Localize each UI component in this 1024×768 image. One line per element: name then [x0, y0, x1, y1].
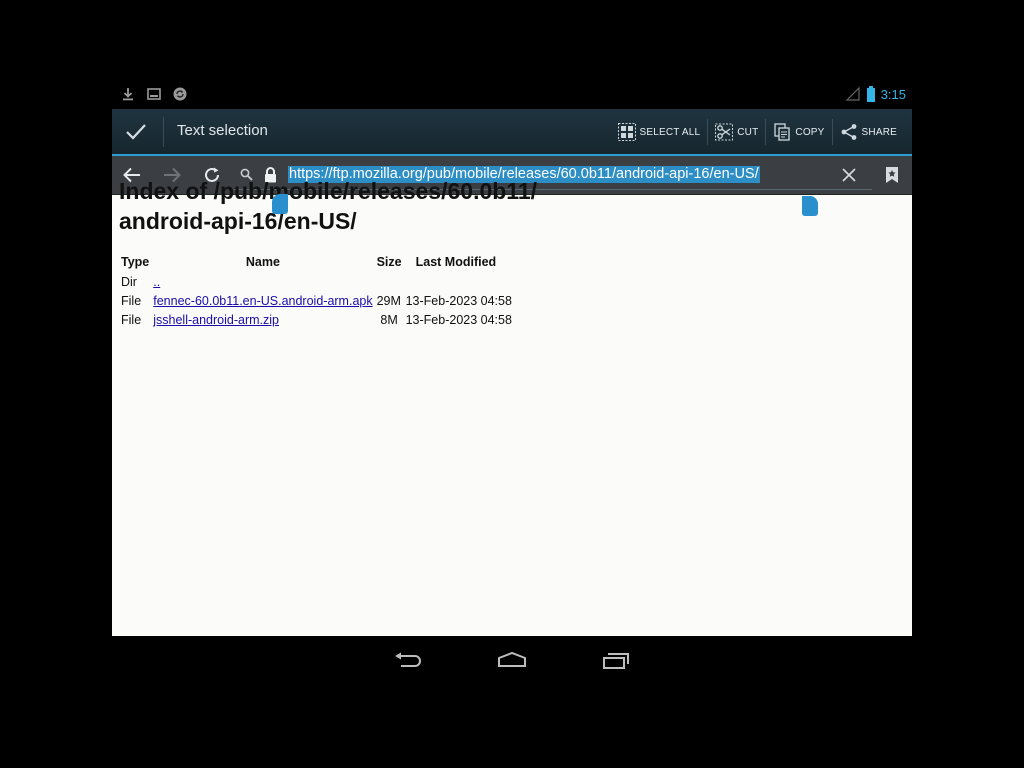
- row-type: Dir: [121, 274, 137, 289]
- text-selection-action-bar: Text selection SELECT ALL CUT COPY SHARE: [112, 109, 912, 156]
- copy-icon: [774, 123, 791, 141]
- cut-label: CUT: [737, 126, 759, 138]
- home-icon[interactable]: [497, 651, 527, 671]
- column-header-name: Name: [245, 255, 280, 269]
- row-type: File: [121, 293, 142, 308]
- scissors-icon: [715, 123, 734, 141]
- selection-end-handle[interactable]: [802, 196, 818, 216]
- page-heading-line2: android-api-16/en-US/: [119, 208, 357, 234]
- column-header-size: Size: [376, 255, 402, 269]
- recent-apps-icon[interactable]: [601, 651, 631, 671]
- row-type: File: [121, 312, 142, 327]
- screenshot-icon: [147, 88, 161, 100]
- column-header-modified: Last Modified: [415, 255, 497, 269]
- table-row: File fennec-60.0b11.en-US.android-arm.ap…: [119, 291, 514, 310]
- action-bar-title: Text selection: [177, 122, 268, 139]
- battery-icon: [866, 86, 875, 102]
- row-size: 29M: [376, 293, 401, 308]
- share-button[interactable]: SHARE: [833, 117, 904, 147]
- cut-button[interactable]: CUT: [708, 117, 765, 147]
- directory-listing-table: Type Name Size Last Modified Dir .. File…: [119, 254, 514, 329]
- bookmark-icon[interactable]: [882, 165, 902, 185]
- device-screen: 3:15 Text selection SELECT ALL CUT COPY …: [112, 80, 912, 636]
- done-check-icon[interactable]: [124, 121, 148, 143]
- row-modified: 13-Feb-2023 04:58: [405, 293, 512, 308]
- row-modified: 13-Feb-2023 04:58: [405, 312, 512, 327]
- download-icon: [123, 88, 133, 101]
- copy-label: COPY: [795, 126, 825, 138]
- selection-start-handle[interactable]: [272, 194, 288, 214]
- back-icon[interactable]: [393, 651, 423, 671]
- sync-icon: [173, 87, 187, 101]
- done-divider: [163, 117, 164, 147]
- row-modified: [404, 272, 514, 291]
- select-all-label: SELECT ALL: [639, 126, 701, 138]
- action-bar-actions: SELECT ALL CUT COPY SHARE: [611, 117, 905, 147]
- page-heading: Index of /pub/mobile/releases/60.0b11/ a…: [119, 176, 537, 236]
- parent-dir-link[interactable]: ..: [153, 275, 160, 289]
- share-label: SHARE: [861, 126, 897, 138]
- page-heading-line1: Index of /pub/mobile/releases/60.0b11/: [119, 178, 537, 204]
- select-all-icon: [617, 123, 636, 141]
- status-bar: 3:15: [112, 80, 912, 109]
- table-row: Dir ..: [119, 272, 514, 291]
- copy-button[interactable]: COPY: [766, 117, 831, 147]
- navigation-bar: [0, 636, 1024, 686]
- share-icon: [841, 124, 856, 140]
- row-size: 8M: [380, 312, 398, 327]
- status-clock: 3:15: [880, 86, 906, 102]
- file-link-jsshell-zip[interactable]: jsshell-android-arm.zip: [153, 313, 279, 327]
- table-header-row: Type Name Size Last Modified: [119, 254, 514, 272]
- select-all-button[interactable]: SELECT ALL: [611, 117, 708, 147]
- table-row: File jsshell-android-arm.zip 8M 13-Feb-2…: [119, 310, 514, 329]
- file-link-fennec-apk[interactable]: fennec-60.0b11.en-US.android-arm.apk: [153, 294, 372, 308]
- clear-url-icon[interactable]: [842, 168, 856, 182]
- web-page-content: Index of /pub/mobile/releases/60.0b11/ a…: [112, 178, 912, 636]
- signal-icon: [845, 86, 860, 101]
- column-header-type: Type: [121, 255, 150, 269]
- row-size: [375, 272, 404, 291]
